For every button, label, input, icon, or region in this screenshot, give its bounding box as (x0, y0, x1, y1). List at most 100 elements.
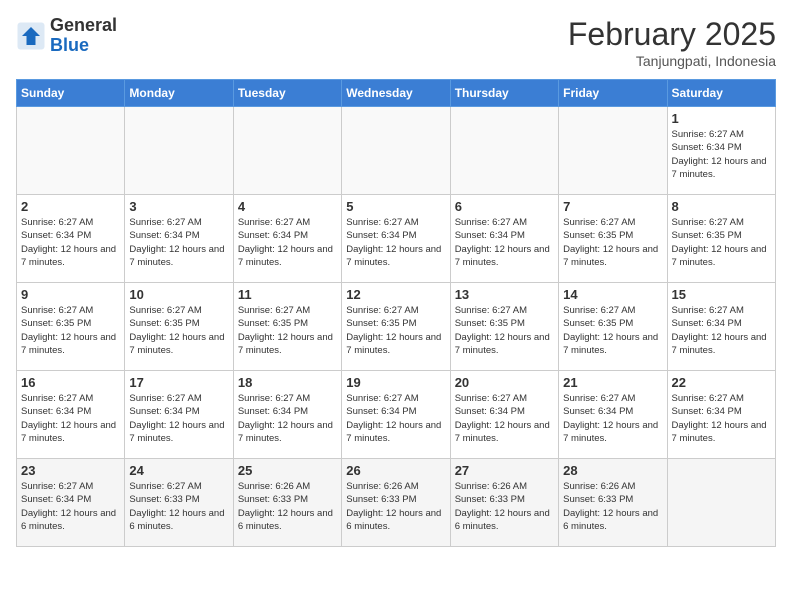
table-row: 26 Sunrise: 6:26 AM Sunset: 6:33 PM Dayli… (342, 459, 450, 547)
logo-text: General Blue (50, 16, 117, 56)
day-info: Sunrise: 6:27 AM Sunset: 6:35 PM Dayligh… (129, 304, 228, 357)
day-number: 14 (563, 287, 662, 302)
table-row: 22 Sunrise: 6:27 AM Sunset: 6:34 PM Dayli… (667, 371, 775, 459)
day-number: 16 (21, 375, 120, 390)
calendar-week-row: 16 Sunrise: 6:27 AM Sunset: 6:34 PM Dayli… (17, 371, 776, 459)
table-row: 1 Sunrise: 6:27 AM Sunset: 6:34 PM Daylig… (667, 107, 775, 195)
day-number: 17 (129, 375, 228, 390)
day-number: 24 (129, 463, 228, 478)
day-info: Sunrise: 6:27 AM Sunset: 6:35 PM Dayligh… (21, 304, 120, 357)
day-info: Sunrise: 6:27 AM Sunset: 6:34 PM Dayligh… (672, 128, 771, 181)
table-row: 3 Sunrise: 6:27 AM Sunset: 6:34 PM Daylig… (125, 195, 233, 283)
day-number: 2 (21, 199, 120, 214)
table-row: 9 Sunrise: 6:27 AM Sunset: 6:35 PM Daylig… (17, 283, 125, 371)
day-number: 27 (455, 463, 554, 478)
day-info: Sunrise: 6:27 AM Sunset: 6:35 PM Dayligh… (346, 304, 445, 357)
table-row: 21Sunrise: 6:27 AM Sunset: 6:34 PM Dayli… (559, 371, 667, 459)
day-number: 3 (129, 199, 228, 214)
calendar-table: Sunday Monday Tuesday Wednesday Thursday… (16, 79, 776, 547)
logo-icon (16, 21, 46, 51)
table-row: 5 Sunrise: 6:27 AM Sunset: 6:34 PM Daylig… (342, 195, 450, 283)
day-number: 19 (346, 375, 445, 390)
day-info: Sunrise: 6:26 AM Sunset: 6:33 PM Dayligh… (346, 480, 445, 533)
day-number: 23 (21, 463, 120, 478)
day-info: Sunrise: 6:27 AM Sunset: 6:34 PM Dayligh… (455, 392, 554, 445)
col-sunday: Sunday (17, 80, 125, 107)
day-number: 15 (672, 287, 771, 302)
day-info: Sunrise: 6:26 AM Sunset: 6:33 PM Dayligh… (563, 480, 662, 533)
table-row: 15Sunrise: 6:27 AM Sunset: 6:34 PM Dayli… (667, 283, 775, 371)
calendar-week-row: 2 Sunrise: 6:27 AM Sunset: 6:34 PM Daylig… (17, 195, 776, 283)
day-info: Sunrise: 6:27 AM Sunset: 6:35 PM Dayligh… (563, 216, 662, 269)
col-friday: Friday (559, 80, 667, 107)
calendar-week-row: 23 Sunrise: 6:27 AM Sunset: 6:34 PM Dayli… (17, 459, 776, 547)
day-info: Sunrise: 6:27 AM Sunset: 6:35 PM Dayligh… (238, 304, 337, 357)
day-info: Sunrise: 6:27 AM Sunset: 6:34 PM Dayligh… (238, 392, 337, 445)
table-row: 28Sunrise: 6:26 AM Sunset: 6:33 PM Dayli… (559, 459, 667, 547)
day-info: Sunrise: 6:27 AM Sunset: 6:34 PM Dayligh… (129, 216, 228, 269)
table-row: 24 Sunrise: 6:27 AM Sunset: 6:33 PM Dayli… (125, 459, 233, 547)
table-row: 2 Sunrise: 6:27 AM Sunset: 6:34 PM Daylig… (17, 195, 125, 283)
table-row (559, 107, 667, 195)
table-row: 6 Sunrise: 6:27 AM Sunset: 6:34 PM Daylig… (450, 195, 558, 283)
table-row: 10 Sunrise: 6:27 AM Sunset: 6:35 PM Dayli… (125, 283, 233, 371)
calendar-header-row: Sunday Monday Tuesday Wednesday Thursday… (17, 80, 776, 107)
col-saturday: Saturday (667, 80, 775, 107)
day-number: 4 (238, 199, 337, 214)
table-row (450, 107, 558, 195)
page-header: General Blue February 2025 Tanjungpati, … (16, 16, 776, 69)
day-info: Sunrise: 6:27 AM Sunset: 6:34 PM Dayligh… (346, 392, 445, 445)
day-number: 22 (672, 375, 771, 390)
day-info: Sunrise: 6:27 AM Sunset: 6:34 PM Dayligh… (21, 216, 120, 269)
day-info: Sunrise: 6:27 AM Sunset: 6:34 PM Dayligh… (238, 216, 337, 269)
table-row: 18 Sunrise: 6:27 AM Sunset: 6:34 PM Dayli… (233, 371, 341, 459)
table-row: 14Sunrise: 6:27 AM Sunset: 6:35 PM Dayli… (559, 283, 667, 371)
day-number: 11 (238, 287, 337, 302)
day-number: 1 (672, 111, 771, 126)
day-number: 18 (238, 375, 337, 390)
day-info: Sunrise: 6:27 AM Sunset: 6:34 PM Dayligh… (21, 480, 120, 533)
day-info: Sunrise: 6:27 AM Sunset: 6:35 PM Dayligh… (455, 304, 554, 357)
table-row (233, 107, 341, 195)
day-number: 5 (346, 199, 445, 214)
table-row (125, 107, 233, 195)
day-info: Sunrise: 6:26 AM Sunset: 6:33 PM Dayligh… (455, 480, 554, 533)
day-number: 6 (455, 199, 554, 214)
day-number: 26 (346, 463, 445, 478)
day-number: 10 (129, 287, 228, 302)
day-number: 13 (455, 287, 554, 302)
day-number: 25 (238, 463, 337, 478)
calendar-subtitle: Tanjungpati, Indonesia (568, 53, 776, 69)
day-number: 21 (563, 375, 662, 390)
table-row: 23 Sunrise: 6:27 AM Sunset: 6:34 PM Dayli… (17, 459, 125, 547)
table-row: 12Sunrise: 6:27 AM Sunset: 6:35 PM Dayli… (342, 283, 450, 371)
day-number: 20 (455, 375, 554, 390)
table-row: 16 Sunrise: 6:27 AM Sunset: 6:34 PM Dayli… (17, 371, 125, 459)
logo-blue: Blue (50, 35, 89, 55)
table-row: 20 Sunrise: 6:27 AM Sunset: 6:34 PM Dayli… (450, 371, 558, 459)
table-row (667, 459, 775, 547)
table-row: 4 Sunrise: 6:27 AM Sunset: 6:34 PM Daylig… (233, 195, 341, 283)
col-tuesday: Tuesday (233, 80, 341, 107)
table-row: 27 Sunrise: 6:26 AM Sunset: 6:33 PM Dayli… (450, 459, 558, 547)
calendar-title: February 2025 (568, 16, 776, 53)
day-info: Sunrise: 6:27 AM Sunset: 6:33 PM Dayligh… (129, 480, 228, 533)
day-info: Sunrise: 6:27 AM Sunset: 6:35 PM Dayligh… (672, 216, 771, 269)
day-info: Sunrise: 6:27 AM Sunset: 6:34 PM Dayligh… (346, 216, 445, 269)
day-info: Sunrise: 6:26 AM Sunset: 6:33 PM Dayligh… (238, 480, 337, 533)
col-monday: Monday (125, 80, 233, 107)
table-row (342, 107, 450, 195)
day-number: 9 (21, 287, 120, 302)
day-info: Sunrise: 6:27 AM Sunset: 6:34 PM Dayligh… (455, 216, 554, 269)
col-wednesday: Wednesday (342, 80, 450, 107)
table-row (17, 107, 125, 195)
title-block: February 2025 Tanjungpati, Indonesia (568, 16, 776, 69)
day-info: Sunrise: 6:27 AM Sunset: 6:34 PM Dayligh… (672, 392, 771, 445)
calendar-week-row: 9 Sunrise: 6:27 AM Sunset: 6:35 PM Daylig… (17, 283, 776, 371)
col-thursday: Thursday (450, 80, 558, 107)
day-info: Sunrise: 6:27 AM Sunset: 6:34 PM Dayligh… (129, 392, 228, 445)
day-info: Sunrise: 6:27 AM Sunset: 6:34 PM Dayligh… (21, 392, 120, 445)
table-row: 17 Sunrise: 6:27 AM Sunset: 6:34 PM Dayli… (125, 371, 233, 459)
table-row: 19 Sunrise: 6:27 AM Sunset: 6:34 PM Dayli… (342, 371, 450, 459)
day-number: 8 (672, 199, 771, 214)
